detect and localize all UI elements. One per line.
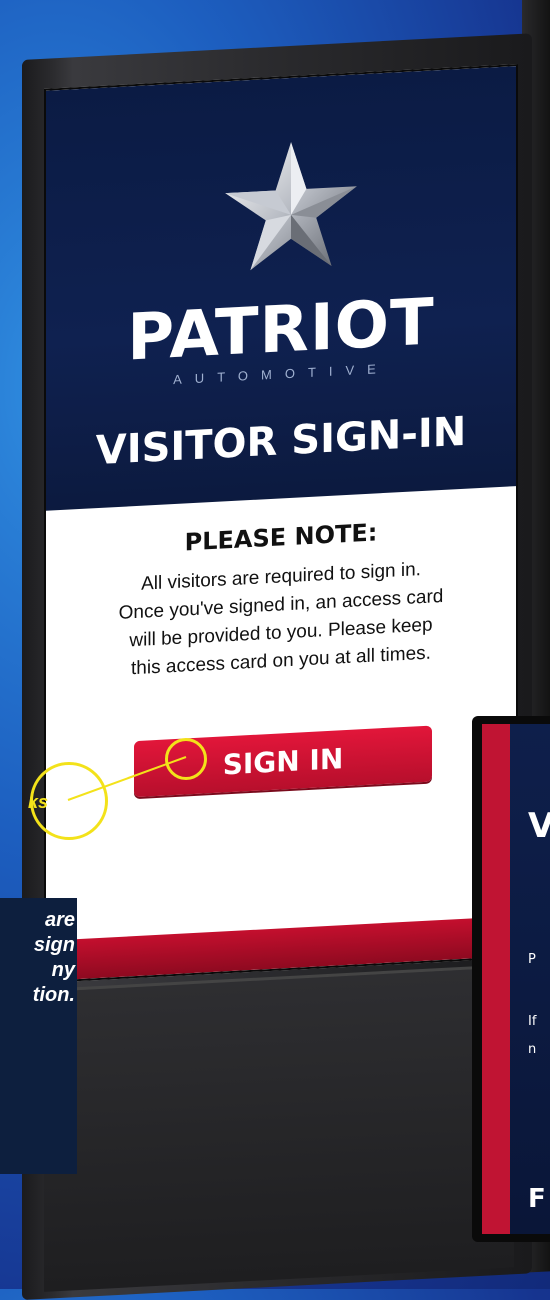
note-body: All visitors are required to sign in. On… xyxy=(76,553,486,686)
kiosk-lower-panel xyxy=(44,964,514,1292)
callout-line: are xyxy=(44,909,75,931)
kiosk: PATRIOT AUTOMOTIVE VISITOR SIGN-IN PLEAS… xyxy=(22,0,550,1300)
star-icon xyxy=(225,142,357,271)
preview-title-fragment: V xyxy=(528,806,550,846)
callout-line: tion. xyxy=(32,984,75,1006)
callout-box: are sign ny tion. xyxy=(0,898,77,1174)
secondary-screen: V P If n F xyxy=(482,724,550,1234)
preview-text-fragment: n xyxy=(528,1042,537,1057)
screen-header: PATRIOT AUTOMOTIVE VISITOR SIGN-IN xyxy=(46,66,516,511)
preview-red-bar xyxy=(482,724,510,1234)
kiosk-screen: PATRIOT AUTOMOTIVE VISITOR SIGN-IN PLEAS… xyxy=(44,64,518,983)
button-highlight-ring xyxy=(165,738,207,780)
preview-text-fragment: If xyxy=(528,1014,537,1029)
callout-line: sign xyxy=(33,934,75,956)
secondary-screen-preview: V P If n F xyxy=(472,716,550,1242)
callout-line: ny xyxy=(51,959,75,981)
preview-text-fragment: P xyxy=(528,952,536,967)
page-title: VISITOR SIGN-IN xyxy=(95,408,467,475)
callout-label: ks xyxy=(28,792,49,812)
preview-logo-fragment: F xyxy=(528,1184,546,1214)
